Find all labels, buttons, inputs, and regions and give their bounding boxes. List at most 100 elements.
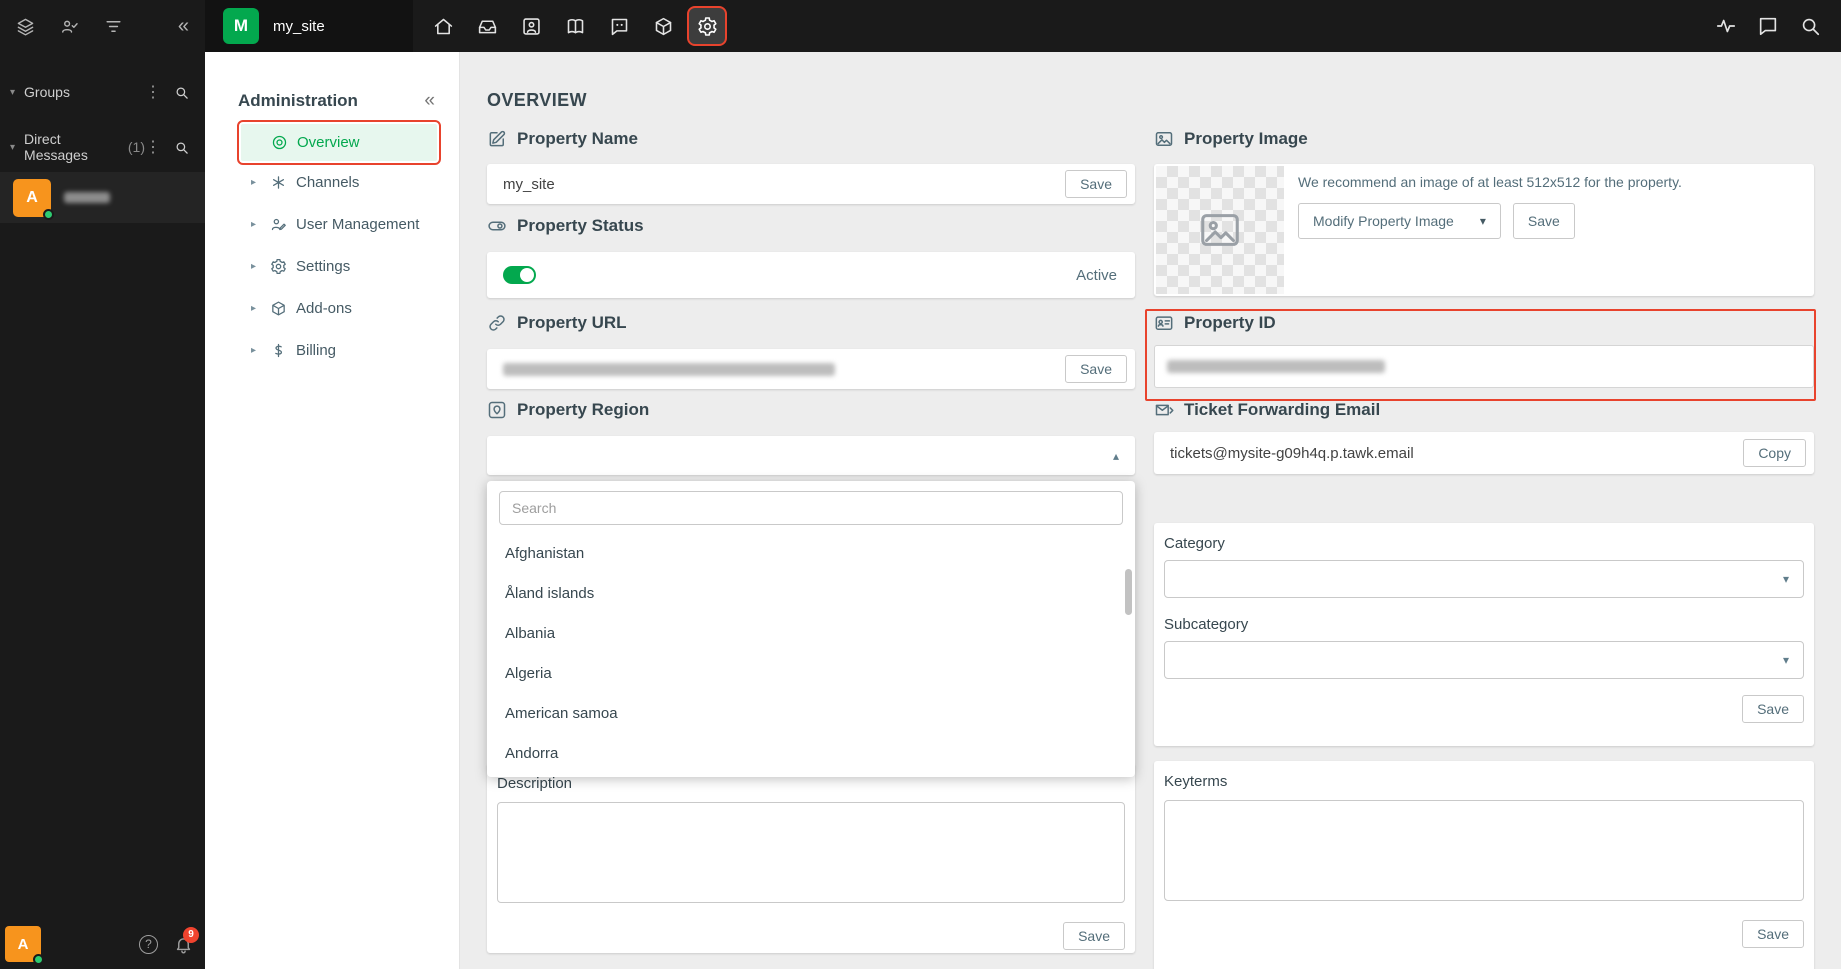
ticket-forwarding-card: tickets@mysite-g09h4q.p.tawk.email Copy — [1154, 432, 1814, 474]
collapse-rail-icon[interactable]: « — [178, 16, 189, 36]
caret-right-icon[interactable]: ▸ — [251, 219, 261, 230]
region-dropdown-panel: Afghanistan Åland islands Albania Algeri… — [487, 481, 1135, 777]
property-image-placeholder[interactable] — [1156, 166, 1284, 294]
notifications-bell-icon[interactable]: 9 — [174, 926, 199, 954]
category-select[interactable]: ▾ — [1164, 560, 1804, 598]
groups-section-row[interactable]: ▾ Groups ⋮ — [0, 77, 205, 107]
sidebar-item-channels[interactable]: ▸ Channels — [205, 161, 459, 203]
dm-list-item[interactable]: A — [0, 172, 205, 223]
nav-home-button[interactable] — [421, 4, 465, 48]
apps-icon — [653, 16, 674, 37]
property-switcher[interactable]: M my_site — [205, 0, 413, 52]
property-id-value-redacted[interactable] — [1167, 360, 1385, 373]
description-textarea[interactable] — [497, 802, 1125, 903]
billing-icon — [270, 342, 287, 359]
contacts-icon — [521, 16, 542, 37]
caret-down-icon[interactable]: ▾ — [10, 87, 15, 98]
property-name-save-button[interactable]: Save — [1065, 170, 1127, 198]
sidebar-item-label: Channels — [296, 173, 360, 191]
property-status-heading: Property Status — [487, 214, 644, 238]
sidebar-item-billing[interactable]: ▸ Billing — [205, 329, 459, 371]
current-user-avatar[interactable]: A — [5, 926, 44, 965]
search-icon[interactable] — [1799, 15, 1821, 37]
property-status-toggle[interactable] — [503, 266, 536, 284]
user-management-icon — [270, 216, 287, 233]
property-image-save-button[interactable]: Save — [1512, 203, 1575, 239]
filter-icon[interactable] — [104, 17, 123, 36]
primary-nav — [421, 4, 729, 48]
collapse-sidebar-icon[interactable]: « — [424, 90, 435, 112]
id-card-icon — [1154, 313, 1174, 333]
keyterms-save-button[interactable]: Save — [1742, 920, 1804, 948]
caret-right-icon[interactable]: ▸ — [251, 177, 261, 188]
subcategory-select[interactable]: ▾ — [1164, 641, 1804, 679]
search-icon[interactable] — [174, 85, 189, 100]
property-name-field: my_site Save — [487, 164, 1135, 204]
administration-sidebar: Administration « Overview ▸ Channels ▸ U… — [205, 52, 460, 969]
sidebar-item-label: Billing — [296, 341, 337, 359]
layers-icon[interactable] — [16, 17, 35, 36]
region-search-input[interactable] — [499, 491, 1123, 525]
overview-icon — [271, 134, 288, 151]
messages-icon[interactable] — [1757, 15, 1779, 37]
description-save-button[interactable]: Save — [1063, 922, 1125, 950]
property-image-card: We recommend an image of at least 512x51… — [1154, 164, 1814, 296]
categorization-save-button[interactable]: Save — [1742, 695, 1804, 723]
property-name-value[interactable]: my_site — [503, 176, 555, 193]
keyterms-label: Keyterms — [1164, 773, 1228, 790]
nav-administration-button[interactable] — [687, 6, 727, 46]
modify-property-image-button[interactable]: Modify Property Image ▾ — [1298, 203, 1501, 239]
nav-knowledge-base-button[interactable] — [553, 4, 597, 48]
help-icon[interactable]: ? — [139, 934, 158, 954]
property-url-value-redacted[interactable] — [503, 362, 835, 376]
region-option[interactable]: Albania — [487, 613, 1135, 653]
user-avatar-letter: A — [17, 935, 29, 953]
caret-right-icon[interactable]: ▸ — [251, 303, 261, 314]
direct-messages-section-row[interactable]: ▾ Direct Messages (1) ⋮ — [0, 131, 205, 163]
copy-email-button[interactable]: Copy — [1743, 439, 1806, 467]
description-label: Description — [497, 775, 573, 792]
region-option[interactable]: Afghanistan — [487, 533, 1135, 573]
administration-title: Administration — [238, 91, 358, 110]
kebab-menu-icon[interactable]: ⋮ — [145, 137, 161, 157]
region-option[interactable]: Andorra — [487, 733, 1135, 773]
caret-down-icon[interactable]: ▾ — [10, 142, 15, 153]
property-status-card: Active — [487, 252, 1135, 298]
nav-contacts-button[interactable] — [509, 4, 553, 48]
sidebar-item-addons[interactable]: ▸ Add-ons — [205, 287, 459, 329]
activity-icon[interactable] — [1715, 15, 1737, 37]
sidebar-item-user-management[interactable]: ▸ User Management — [205, 203, 459, 245]
region-option[interactable]: American samoa — [487, 693, 1135, 733]
nav-chat-button[interactable] — [597, 4, 641, 48]
property-region-select[interactable]: ▴ — [487, 436, 1135, 475]
keyterms-textarea[interactable] — [1164, 800, 1804, 901]
sidebar-item-label: Overview — [297, 134, 360, 151]
property-status-state: Active — [1076, 266, 1117, 284]
property-id-field — [1154, 345, 1814, 388]
knowledge-base-icon — [565, 16, 586, 37]
ticket-forwarding-heading: Ticket Forwarding Email — [1154, 398, 1380, 422]
people-icon[interactable] — [60, 17, 79, 36]
direct-messages-label: Direct Messages — [24, 131, 88, 163]
region-option[interactable]: Algeria — [487, 653, 1135, 693]
caret-down-icon: ▾ — [1479, 214, 1486, 228]
property-url-save-button[interactable]: Save — [1065, 355, 1127, 383]
nav-inbox-button[interactable] — [465, 4, 509, 48]
dm-avatar-letter: A — [26, 188, 38, 206]
property-avatar: M — [223, 8, 259, 44]
region-options-list: Afghanistan Åland islands Albania Algeri… — [487, 533, 1135, 773]
sidebar-item-settings[interactable]: ▸ Settings — [205, 245, 459, 287]
direct-messages-count: (1) — [127, 139, 145, 155]
property-region-heading: Property Region — [487, 398, 649, 422]
kebab-menu-icon[interactable]: ⋮ — [145, 82, 161, 102]
search-icon[interactable] — [174, 140, 189, 155]
caret-right-icon[interactable]: ▸ — [251, 345, 261, 356]
sidebar-item-overview[interactable]: Overview — [237, 120, 441, 165]
region-option[interactable]: Åland islands — [487, 573, 1135, 613]
caret-right-icon[interactable]: ▸ — [251, 261, 261, 272]
nav-apps-button[interactable] — [641, 4, 685, 48]
property-name-label: my_site — [273, 17, 325, 35]
dropdown-scrollbar[interactable] — [1125, 569, 1132, 615]
chat-icon — [609, 16, 630, 37]
link-icon — [487, 313, 507, 333]
